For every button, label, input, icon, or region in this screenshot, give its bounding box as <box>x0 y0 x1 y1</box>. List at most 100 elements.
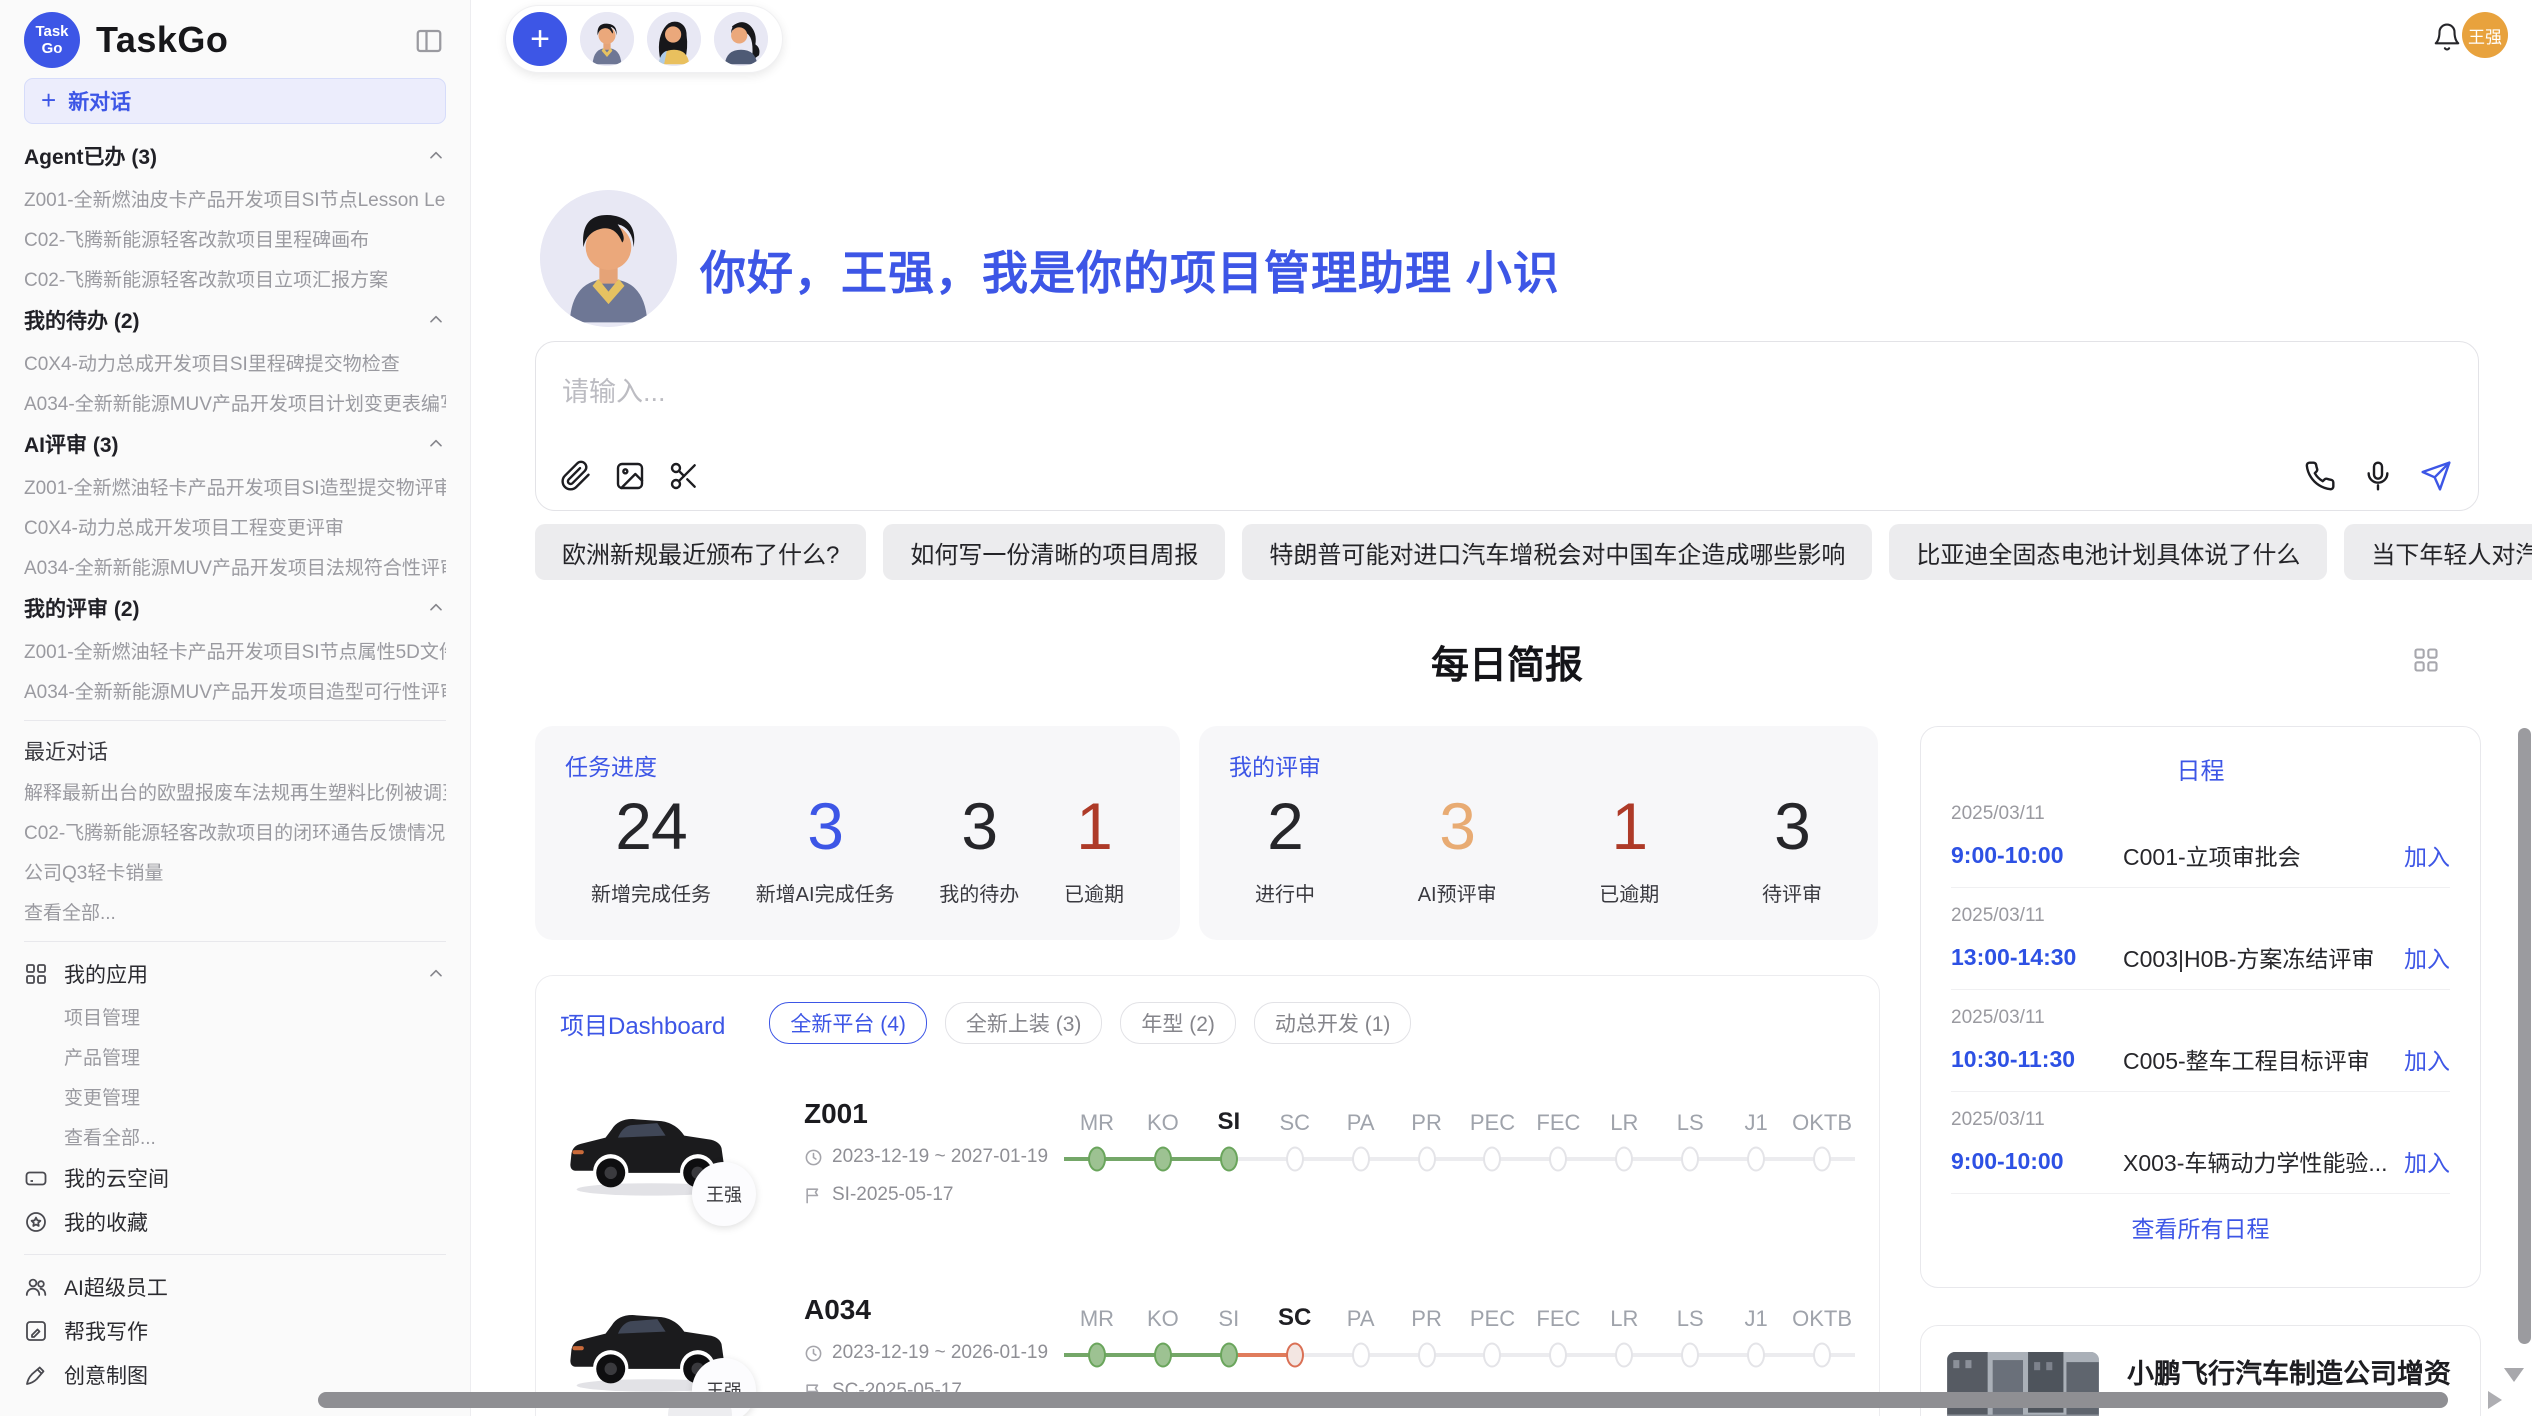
sidebar-item[interactable]: Z001-全新燃油皮卡产品开发项目SI节点Lesson Learn报告 <box>24 178 446 218</box>
milestone-track <box>1328 1136 1394 1182</box>
project-row: 王强 Z001 2023-12-19 ~ 2027-01-19 SI-2025-… <box>560 1090 1855 1240</box>
sidebar-item[interactable]: A034-全新新能源MUV产品开发项目造型可行性评审 <box>24 670 446 710</box>
user-avatar[interactable]: 王强 <box>2462 12 2508 58</box>
dashboard-filter-chip[interactable]: 动总开发 (1) <box>1254 1002 1412 1044</box>
sidebar-item[interactable]: C02-飞腾新能源轻客改款项目的闭环通告反馈情况 <box>24 811 446 851</box>
milestone-track <box>1130 1136 1196 1182</box>
sidebar-item[interactable]: C02-飞腾新能源轻客改款项目立项汇报方案 <box>24 258 446 298</box>
schedule-join-link[interactable]: 加入 <box>2404 838 2450 872</box>
suggestion-chip[interactable]: 特朗普可能对进口汽车增税会对中国车企造成哪些影响 <box>1242 524 1872 580</box>
sidebar-section: 我的评审 (2) Z001-全新燃油轻卡产品开发项目SI节点属性5D文件评审A0… <box>24 586 446 710</box>
schedule-title: 日程 <box>1951 751 2450 786</box>
sidebar-section-header[interactable]: 我的待办 (2) <box>24 298 446 342</box>
send-icon[interactable] <box>2420 460 2452 492</box>
vertical-scrollbar[interactable] <box>2518 728 2531 1344</box>
sidebar-item-ai-employee[interactable]: AI超级员工 <box>24 1265 446 1309</box>
project-dashboard-card: 项目Dashboard 全新平台 (4)全新上装 (3)年型 (2)动总开发 (… <box>535 975 1880 1416</box>
sidebar-app-subitem[interactable]: 项目管理 <box>24 996 446 1036</box>
milestone-dot <box>1747 1147 1765 1172</box>
milestone-label: SC <box>1279 1100 1310 1136</box>
suggestion-chip[interactable]: 当下年轻人对汽车外观有怎样的喜好趋势 <box>2344 524 2532 580</box>
sidebar-item-creative-draw[interactable]: 创意制图 <box>24 1353 446 1397</box>
sidebar-section-title: 我的待办 (2) <box>24 305 140 335</box>
milestone: J1 <box>1723 1100 1789 1240</box>
milestone: OKTB <box>1789 1100 1855 1240</box>
sidebar-section-header[interactable]: 我的评审 (2) <box>24 586 446 630</box>
add-agent-button[interactable]: + <box>513 12 567 66</box>
milestone-track <box>1789 1136 1855 1182</box>
sidebar-app-subitem[interactable]: 查看全部... <box>24 1116 446 1156</box>
agent-avatar-3[interactable] <box>714 12 768 66</box>
phone-call-icon[interactable] <box>2304 460 2336 492</box>
cloud-drive-icon <box>24 1166 48 1190</box>
sidebar-section-header[interactable]: Agent已办 (3) <box>24 134 446 178</box>
milestone-label: FEC <box>1536 1296 1580 1332</box>
milestone: SC <box>1262 1100 1328 1240</box>
suggestion-chip[interactable]: 欧洲新规最近颁布了什么? <box>535 524 866 580</box>
sidebar-item[interactable]: A034-全新新能源MUV产品开发项目计划变更表编写 <box>24 382 446 422</box>
sidebar-item[interactable]: C02-飞腾新能源轻客改款项目里程碑画布 <box>24 218 446 258</box>
divider <box>24 941 446 942</box>
layout-grid-icon[interactable] <box>2412 646 2440 674</box>
sidebar-sections: Agent已办 (3) Z001-全新燃油皮卡产品开发项目SI节点Lesson … <box>24 134 446 710</box>
scroll-right-arrow[interactable] <box>2488 1391 2502 1409</box>
image-icon[interactable] <box>614 460 646 492</box>
dashboard-filter-chip[interactable]: 全新平台 (4) <box>769 1002 927 1044</box>
milestone-label: PA <box>1347 1100 1375 1136</box>
dashboard-filter-chip[interactable]: 年型 (2) <box>1120 1002 1236 1044</box>
agent-avatar-2[interactable] <box>647 12 701 66</box>
sidebar-item-favorites[interactable]: 我的收藏 <box>24 1200 446 1244</box>
sidebar-item-help-write[interactable]: 帮我写作 <box>24 1309 446 1353</box>
milestone-track <box>1525 1332 1591 1378</box>
sidebar-item[interactable]: Z001-全新燃油轻卡产品开发项目SI节点属性5D文件评审 <box>24 630 446 670</box>
notification-bell-icon[interactable] <box>2432 22 2462 52</box>
scissors-icon[interactable] <box>668 460 700 492</box>
microphone-icon[interactable] <box>2362 460 2394 492</box>
schedule-join-link[interactable]: 加入 <box>2404 1144 2450 1178</box>
sidebar-section-title: Agent已办 (3) <box>24 141 157 171</box>
new-chat-button[interactable]: + 新对话 <box>24 78 446 124</box>
schedule-join-link[interactable]: 加入 <box>2404 940 2450 974</box>
sidebar-item-my-apps[interactable]: 我的应用 <box>24 952 446 996</box>
ai-employee-label: AI超级员工 <box>64 1272 168 1302</box>
agent-avatar-1[interactable] <box>580 12 634 66</box>
milestone-dot <box>1681 1343 1699 1368</box>
chat-input[interactable] <box>560 376 2064 409</box>
milestone-label: SI <box>1218 1296 1239 1332</box>
sidebar-collapse-icon[interactable] <box>414 26 444 56</box>
milestone-track <box>1328 1332 1394 1378</box>
horizontal-scrollbar[interactable] <box>318 1392 2448 1408</box>
sidebar-section-title: 我的评审 (2) <box>24 593 140 623</box>
schedule-join-link[interactable]: 加入 <box>2404 1042 2450 1076</box>
sidebar-item[interactable]: C0X4-动力总成开发项目工程变更评审 <box>24 506 446 546</box>
sidebar-item[interactable]: 解释最新出台的欧盟报废车法规再生塑料比例被调至15%... <box>24 771 446 811</box>
suggestion-chip[interactable]: 比亚迪全固态电池计划具体说了什么 <box>1889 524 2327 580</box>
milestone-label: LR <box>1610 1100 1638 1136</box>
schedule-item: 2025/03/11 9:00-10:00 C001-立项审批会 加入 <box>1951 786 2450 888</box>
sidebar-item[interactable]: 查看全部... <box>24 891 446 931</box>
sidebar-item[interactable]: A034-全新新能源MUV产品开发项目法规符合性评审 <box>24 546 446 586</box>
chevron-up-icon <box>426 434 446 454</box>
sidebar-item[interactable]: C0X4-动力总成开发项目SI里程碑提交物检查 <box>24 342 446 382</box>
milestone-dot <box>1681 1147 1699 1172</box>
suggestion-chip[interactable]: 如何写一份清晰的项目周报 <box>883 524 1225 580</box>
sidebar-item[interactable]: Z001-全新燃油轻卡产品开发项目SI造型提交物评审 <box>24 466 446 506</box>
milestone: KO <box>1130 1100 1196 1240</box>
scroll-down-arrow[interactable] <box>2504 1368 2524 1382</box>
sidebar-app-subitem[interactable]: 变更管理 <box>24 1076 446 1116</box>
schedule-time: 10:30-11:30 <box>1951 1046 2123 1073</box>
sidebar-section-header[interactable]: AI评审 (3) <box>24 422 446 466</box>
chat-input-card <box>535 341 2479 511</box>
sidebar-app-subitem[interactable]: 产品管理 <box>24 1036 446 1076</box>
sidebar-section: Agent已办 (3) Z001-全新燃油皮卡产品开发项目SI节点Lesson … <box>24 134 446 298</box>
milestone-track <box>1262 1332 1328 1378</box>
attachment-icon[interactable] <box>560 460 592 492</box>
taskgo-logo: Task Go <box>24 12 80 68</box>
stat-value: 3 <box>1439 788 1475 864</box>
view-all-schedule-link[interactable]: 查看所有日程 <box>1951 1210 2450 1244</box>
sidebar-item[interactable]: 公司Q3轻卡销量 <box>24 851 446 891</box>
favorites-label: 我的收藏 <box>64 1207 148 1237</box>
clock-icon <box>804 1148 823 1167</box>
sidebar-item-cloud-space[interactable]: 我的云空间 <box>24 1156 446 1200</box>
dashboard-filter-chip[interactable]: 全新上装 (3) <box>945 1002 1103 1044</box>
